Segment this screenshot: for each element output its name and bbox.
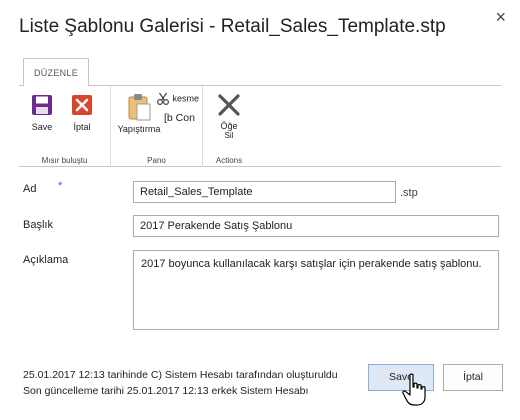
ribbon-group-commit: Save İptal Mısır buluştu (19, 86, 111, 167)
name-field[interactable] (133, 181, 396, 203)
modified-info: Son güncelleme tarihi 25.01.2017 12:13 e… (23, 385, 309, 397)
delete-label-2: Sil (224, 131, 234, 140)
hand-cursor-icon (402, 373, 426, 406)
delete-item-button[interactable]: Öğe Sil (211, 92, 247, 141)
cancel-ribbon-button[interactable]: İptal (65, 94, 99, 132)
list-template-dialog: Liste Şablonu Galerisi - Retail_Sales_Te… (0, 0, 520, 420)
copy-label: [b Con (164, 112, 195, 124)
scissors-icon (156, 92, 170, 106)
delete-label-1: Öğe (220, 121, 238, 131)
description-field[interactable]: 2017 boyunca kullanılacak karşı satışlar… (133, 250, 499, 330)
save-ribbon-button[interactable]: Save (27, 94, 57, 132)
paste-label: Yapıştırma (117, 124, 161, 134)
group-label-commit: Mısır buluştu (41, 156, 88, 165)
save-icon (32, 95, 52, 115)
name-suffix: .stp (400, 187, 418, 199)
ribbon-group-actions: Öğe Sil Actions (203, 86, 255, 167)
ribbon-group-clipboard: Yapıştırma kesme [b Con Pano (111, 86, 203, 167)
close-icon[interactable]: × (495, 8, 506, 26)
cancel-icon (72, 95, 92, 115)
paste-icon (128, 94, 151, 121)
cut-label: kesme (172, 93, 200, 104)
cancel-button[interactable]: İptal (443, 364, 503, 391)
copy-button[interactable]: [b Con (164, 112, 195, 124)
cut-button[interactable]: kesme (156, 92, 199, 106)
cancel-ribbon-label: İptal (73, 122, 91, 132)
group-label-clipboard: Pano (147, 156, 166, 165)
required-marker: * (58, 180, 63, 192)
save-ribbon-label: Save (31, 122, 53, 132)
title-field[interactable] (133, 215, 499, 237)
tab-edit[interactable]: DÜZENLE (23, 58, 89, 86)
created-info: 25.01.2017 12:13 tarihinde C) Sistem Hes… (23, 369, 338, 381)
ribbon: Save İptal Mısır buluştu Yapıştırma kesm… (19, 85, 501, 167)
group-label-actions: Actions (215, 156, 243, 165)
name-label: Ad (23, 183, 37, 195)
title-label: Başlık (23, 219, 53, 231)
delete-icon (218, 94, 240, 116)
description-label: Açıklama (23, 254, 69, 266)
dialog-title: Liste Şablonu Galerisi - Retail_Sales_Te… (19, 16, 446, 37)
